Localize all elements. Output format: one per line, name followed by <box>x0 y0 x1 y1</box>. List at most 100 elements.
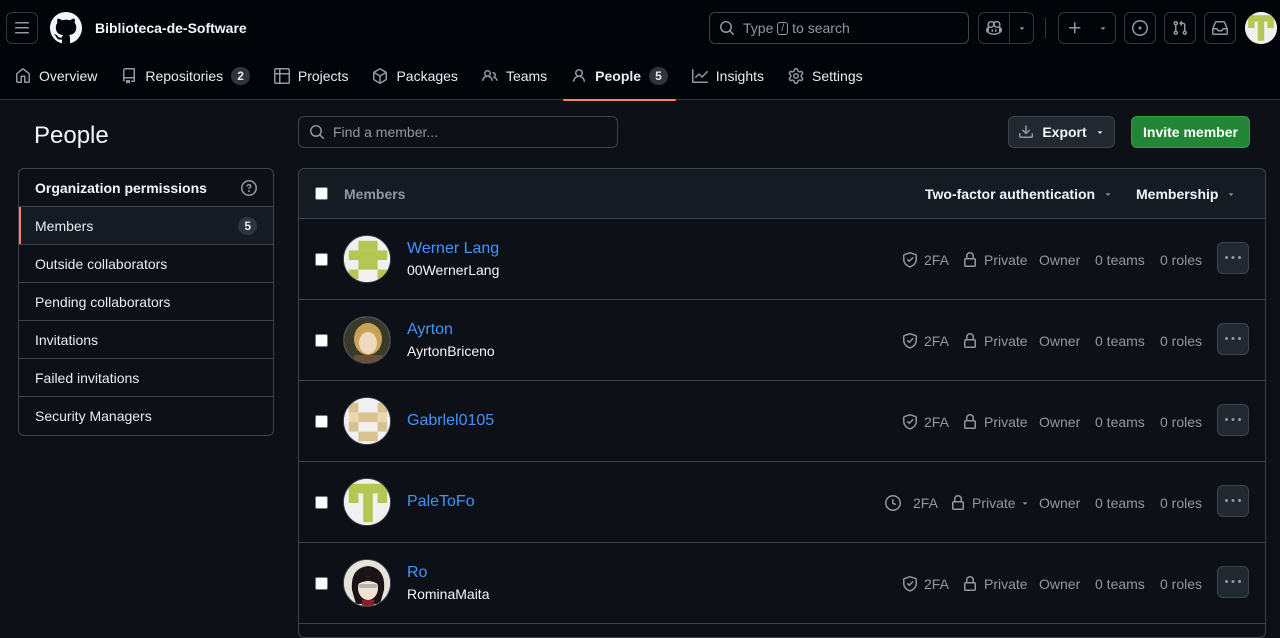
sidebar-item-outside-collaborators[interactable]: Outside collaborators <box>19 245 273 283</box>
member-actions-button[interactable] <box>1217 404 1249 436</box>
kebab-horizontal-icon <box>1225 256 1241 259</box>
membership-filter[interactable]: Membership <box>1136 186 1236 202</box>
global-search[interactable]: Type / to search <box>709 12 969 44</box>
member-names: Werner Lang 00WernerLang <box>407 238 499 280</box>
plus-icon <box>1069 22 1081 34</box>
member-avatar[interactable] <box>343 559 391 607</box>
page-title: People <box>34 122 109 149</box>
member-checkbox[interactable] <box>315 414 328 428</box>
twofa-status: 2FA <box>902 300 949 381</box>
identicon-avatar <box>1245 12 1277 44</box>
member-roles-count[interactable]: 0 roles <box>1160 543 1202 624</box>
tab-label: Packages <box>396 68 458 84</box>
member-name-link[interactable]: Werner Lang <box>407 238 499 260</box>
triangle-down-icon <box>1100 27 1106 30</box>
graph-icon <box>691 69 708 83</box>
issue-opened-icon <box>1132 20 1148 36</box>
inbox-button[interactable] <box>1204 12 1236 44</box>
invite-member-button[interactable]: Invite member <box>1131 116 1250 148</box>
member-name-link[interactable]: PaleToFo <box>407 491 475 513</box>
issues-button[interactable] <box>1124 12 1156 44</box>
sidebar-item-invitations[interactable]: Invitations <box>19 321 273 359</box>
member-avatar[interactable] <box>343 316 391 364</box>
member-avatar[interactable] <box>343 478 391 526</box>
member-actions-button[interactable] <box>1217 242 1249 274</box>
member-role: Owner <box>1039 494 1081 511</box>
member-names: Gabrlel0105 <box>407 410 494 432</box>
question-icon[interactable] <box>241 179 257 196</box>
member-teams-count[interactable]: 0 teams <box>1095 219 1145 300</box>
member-actions-button[interactable] <box>1217 566 1249 598</box>
twofa-status: 2FA <box>885 462 938 543</box>
member-checkbox[interactable] <box>315 576 328 590</box>
member-actions-button[interactable] <box>1217 485 1249 517</box>
member-teams-count[interactable]: 0 teams <box>1095 543 1145 624</box>
members-table: Members Two-factor authentication Member… <box>298 168 1266 638</box>
identicon-avatar <box>344 236 390 282</box>
member-teams-count[interactable]: 0 teams <box>1095 381 1145 462</box>
sidebar-heading: Organization permissions <box>19 169 273 207</box>
member-roles-count[interactable]: 0 roles <box>1160 300 1202 381</box>
tab-people[interactable]: People 5 <box>563 56 676 101</box>
visibility-dropdown[interactable]: Private <box>950 462 1030 543</box>
member-name-link[interactable]: Ayrton <box>407 319 495 341</box>
member-teams-count[interactable]: 0 teams <box>1095 462 1145 543</box>
tab-counter: 2 <box>231 67 250 85</box>
tab-label: Insights <box>715 68 765 84</box>
triangle-down-icon <box>1022 501 1027 505</box>
copilot-button[interactable] <box>979 13 1009 43</box>
copilot-dropdown-button[interactable] <box>1009 13 1033 43</box>
search-hint-prefix: Type <box>743 20 774 36</box>
member-name-link[interactable]: Gabrlel0105 <box>407 410 494 432</box>
plus-dropdown[interactable] <box>1091 13 1115 43</box>
member-avatar[interactable] <box>343 397 391 445</box>
tab-projects[interactable]: Projects <box>273 56 357 100</box>
member-teams-count[interactable]: 0 teams <box>1095 300 1145 381</box>
sidebar-item-label: Outside collaborators <box>35 255 168 272</box>
two-factor-filter[interactable]: Two-factor authentication <box>925 186 1113 202</box>
people-sidebar: Organization permissions Members 5 Outsi… <box>18 168 274 436</box>
lock-icon <box>952 494 964 510</box>
lock-icon <box>964 251 976 267</box>
export-button[interactable]: Export <box>1008 116 1115 148</box>
github-logo-icon[interactable] <box>50 12 82 44</box>
app-header: Biblioteca-de-Software Type / to search <box>0 0 1280 101</box>
people-icon <box>481 69 498 82</box>
tab-repositories[interactable]: Repositories 2 <box>121 56 258 100</box>
member-actions-button[interactable] <box>1217 323 1249 355</box>
member-roles-count[interactable]: 0 roles <box>1160 219 1202 300</box>
member-login: AyrtonBriceno <box>407 343 495 359</box>
tab-settings[interactable]: Settings <box>788 56 871 100</box>
pull-requests-button[interactable] <box>1164 12 1196 44</box>
sidebar-item-pending-collaborators[interactable]: Pending collaborators <box>19 283 273 321</box>
menu-button[interactable] <box>6 12 38 44</box>
user-avatar[interactable] <box>1245 12 1277 44</box>
sidebar-item-label: Failed invitations <box>35 369 140 386</box>
sidebar-item-members[interactable]: Members 5 <box>19 207 273 245</box>
member-checkbox[interactable] <box>315 495 328 509</box>
member-checkbox[interactable] <box>315 333 328 347</box>
kebab-horizontal-icon <box>1225 418 1241 421</box>
member-avatar[interactable] <box>343 235 391 283</box>
org-name[interactable]: Biblioteca-de-Software <box>95 20 247 36</box>
create-new-button[interactable] <box>1058 12 1116 44</box>
visibility-status: Private <box>962 381 1028 462</box>
sidebar-heading-label[interactable]: Organization permissions <box>35 180 207 196</box>
tab-overview[interactable]: Overview <box>15 56 105 100</box>
member-roles-count[interactable]: 0 roles <box>1160 462 1202 543</box>
tab-packages[interactable]: Packages <box>372 56 465 100</box>
tab-insights[interactable]: Insights <box>691 56 772 100</box>
plus-button[interactable] <box>1059 13 1091 43</box>
sidebar-item-failed-invitations[interactable]: Failed invitations <box>19 359 273 397</box>
find-member-search[interactable] <box>298 116 618 148</box>
sidebar-item-label: Security Managers <box>35 408 152 424</box>
sidebar-item-security-managers[interactable]: Security Managers <box>19 397 273 435</box>
find-member-input[interactable] <box>333 124 603 140</box>
member-roles-count[interactable]: 0 roles <box>1160 381 1202 462</box>
select-all-checkbox[interactable] <box>315 187 328 200</box>
member-name-link[interactable]: Ro <box>407 562 489 584</box>
sidebar-item-counter: 5 <box>238 216 257 235</box>
gear-icon <box>788 68 804 84</box>
member-checkbox[interactable] <box>315 252 328 266</box>
tab-teams[interactable]: Teams <box>481 56 555 100</box>
